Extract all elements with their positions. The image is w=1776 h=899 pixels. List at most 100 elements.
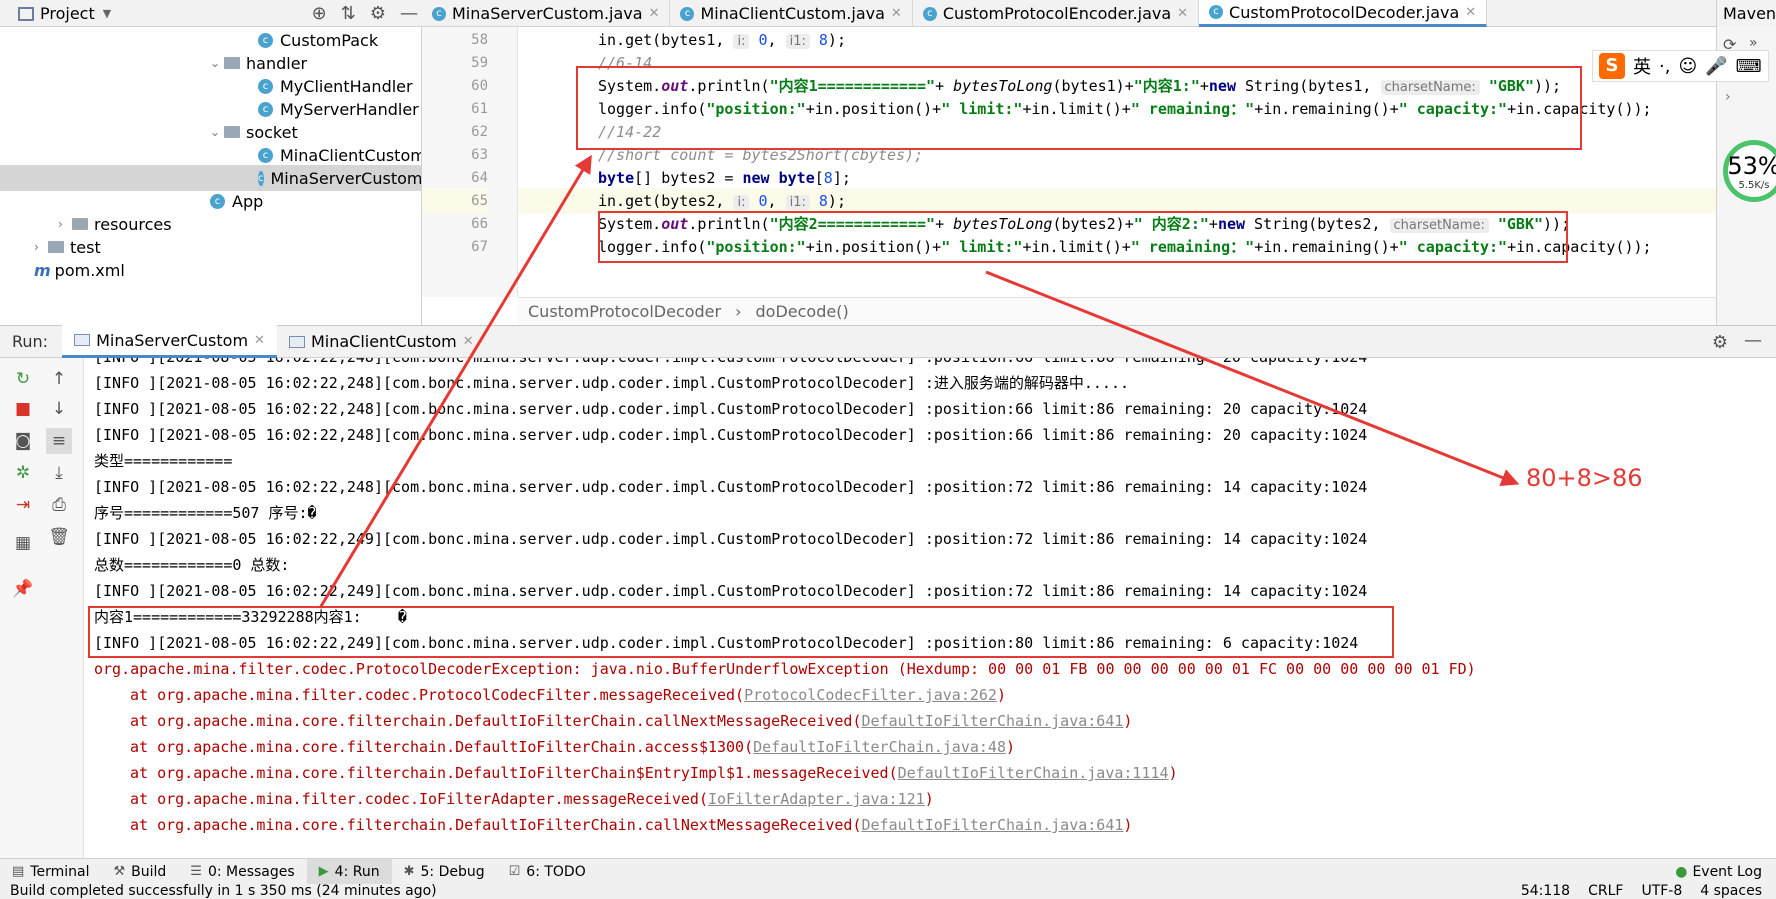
tab-customprotocoldecoder[interactable]: c CustomProtocolDecoder.java ✕ [1199,0,1488,27]
soft-wrap-icon[interactable]: ≡ [46,428,72,454]
run-label: Run: [12,332,49,351]
event-log-button[interactable]: ● Event Log [1675,859,1762,885]
caret-position[interactable]: 54:118 [1521,884,1570,899]
close-icon[interactable]: ✕ [891,6,902,21]
chevron-down-icon[interactable]: ▼ [103,7,111,20]
rerun-icon[interactable]: ↻ [10,366,36,392]
console-line: [INFO ][2021-08-05 16:02:22,248][com.bon… [94,358,1367,370]
sogou-logo-icon[interactable]: S [1599,53,1625,79]
tab-build[interactable]: ⚒ Build [101,859,178,885]
close-icon[interactable]: ✕ [1177,6,1188,21]
stop-icon[interactable]: ■ [10,396,36,422]
class-icon: c [258,101,273,117]
code-editor[interactable]: in.get(bytes1, i: 0, i1: 8); //6-14 Syst… [518,27,1716,297]
scroll-up-icon[interactable]: ↑ [46,366,72,392]
source-link[interactable]: DefaultIoFilterChain.java:1114 [898,764,1169,782]
chevron-right-icon[interactable]: › [58,217,72,231]
tree-item-label: resources [94,214,172,234]
console-line: [INFO ][2021-08-05 16:02:22,248][com.bon… [94,426,1368,444]
indent-setting[interactable]: 4 spaces [1700,884,1762,899]
ime-emoji-icon[interactable]: ☺ [1678,56,1697,77]
run-tab-minaclientcustom[interactable]: MinaClientCustom ✕ [277,325,486,358]
close-icon[interactable]: ✕ [1465,5,1476,20]
chevron-right-icon[interactable]: › [1725,89,1731,105]
minimize-icon[interactable]: — [1744,330,1762,351]
console-line: [INFO ][2021-08-05 16:02:22,248][com.bon… [94,478,1368,496]
stack-trace-line: at org.apache.mina.core.filterchain.Defa… [130,816,1133,834]
tree-item-label: MinaClientCustom [280,145,422,165]
source-link[interactable]: DefaultIoFilterChain.java:48 [753,738,1006,756]
source-link[interactable]: IoFilterAdapter.java:121 [708,790,925,808]
close-icon[interactable]: ✕ [463,334,474,349]
maven-panel-button[interactable]: Maven [1716,0,1776,27]
tab-minaclientcustom[interactable]: c MinaClientCustom.java ✕ [670,0,913,27]
terminal-icon: ▤ [12,864,25,879]
scroll-down-icon[interactable]: ↓ [46,396,72,422]
source-link[interactable]: DefaultIoFilterChain.java:641 [862,816,1124,834]
locate-icon[interactable]: ⊕ [312,3,327,24]
run-tab-minaservercustom[interactable]: MinaServerCustom ✕ [62,325,277,358]
tree-item-label: pom.xml [54,260,125,280]
bottom-tool-tabs: ▤ Terminal ⚒ Build ☰ 0: Messages ▶ 4: Run ✱ 5… [0,858,1776,885]
project-panel-header[interactable]: Project ▼ ⊕ ⇅ ⚙ — [0,0,422,27]
chevron-right-icon[interactable]: › [34,240,48,254]
class-icon: c [1209,5,1224,19]
pin-icon[interactable]: 📌 [10,576,36,602]
tab-minaservercustom[interactable]: c MinaServerCustom.java ✕ [422,0,671,27]
ime-microphone-icon[interactable]: 🎤 [1705,56,1727,77]
breadcrumb-class[interactable]: CustomProtocolDecoder [528,302,721,321]
chevron-down-icon[interactable]: ⌄ [210,56,224,70]
tree-item-label: test [70,237,101,257]
file-encoding[interactable]: UTF-8 [1641,884,1682,899]
tree-item-app[interactable]: c App [210,188,263,214]
camera-icon[interactable]: ◙ [10,428,36,454]
folder-icon [224,126,240,138]
cpu-percent: 53% [1727,151,1776,180]
ime-punctuation-icon[interactable]: ·, [1659,56,1670,77]
gear-icon[interactable]: ⚙ [370,3,386,24]
stack-trace-line: at org.apache.mina.core.filterchain.Defa… [130,738,1016,756]
ime-toolbar: S 英 ·, ☺ 🎤 ⌨ [1592,50,1769,82]
tree-item-pom[interactable]: m pom.xml [34,257,125,283]
cpu-usage-widget[interactable]: 53% 5.5K/s [1723,140,1776,210]
project-tree: c CustomPack ⌄ handler c MyClientHandler cM… [0,27,422,325]
tab-messages[interactable]: ☰ 0: Messages [178,859,306,885]
layout-icon[interactable]: ▦ [10,530,36,556]
class-icon: c [922,6,937,21]
class-icon: c [258,32,273,48]
console-line: [INFO ][2021-08-05 16:02:22,249][com.bon… [94,582,1368,600]
close-icon[interactable]: ✕ [649,6,660,21]
tab-terminal[interactable]: ▤ Terminal [0,859,101,885]
line-number: 67 [471,239,488,255]
class-icon: c [258,78,273,94]
hammer-icon: ⚒ [113,864,126,879]
close-icon[interactable]: ✕ [254,333,265,348]
expand-icon[interactable]: » [1749,35,1758,51]
minimize-icon[interactable]: — [400,3,418,24]
console-output[interactable]: [INFO ][2021-08-05 16:02:22,248][com.bon… [84,358,1776,858]
tab-debug[interactable]: ✱ 5: Debug [392,859,497,885]
tab-todo[interactable]: ☑ 6: TODO [497,859,598,885]
scroll-to-end-icon[interactable]: ⤓ [46,460,72,486]
print-icon[interactable]: ⎙ [46,492,72,518]
ime-language-toggle[interactable]: 英 [1633,53,1651,79]
tree-item-label: App [232,191,264,211]
ime-keyboard-icon[interactable]: ⌨ [1736,56,1762,77]
cpu-ring: 53% 5.5K/s [1723,140,1776,202]
breadcrumb-method[interactable]: doDecode() [756,302,849,321]
gear-icon[interactable]: ⚙ [1712,332,1728,353]
collapse-icon[interactable]: ⇅ [341,3,356,24]
chevron-down-icon[interactable]: ⌄ [210,125,224,139]
stack-trace-line: at org.apache.mina.core.filterchain.Defa… [130,712,1133,730]
exit-icon[interactable]: ⇥ [10,492,36,518]
console-line: [INFO ][2021-08-05 16:02:22,248][com.bon… [94,374,1130,392]
tab-run[interactable]: ▶ 4: Run [306,858,392,885]
status-message[interactable]: Build completed successfully in 1 s 350 … [10,884,437,899]
trash-icon[interactable]: 🗑 [46,524,72,550]
line-separator[interactable]: CRLF [1588,884,1623,899]
source-link[interactable]: ProtocolCodecFilter.java:262 [744,686,997,704]
tab-customprotocolencoder[interactable]: c CustomProtocolEncoder.java ✕ [913,0,1200,27]
status-bar: Build completed successfully in 1 s 350 … [0,884,1776,899]
source-link[interactable]: DefaultIoFilterChain.java:641 [862,712,1124,730]
debug-icon[interactable]: ✲ [10,460,36,486]
